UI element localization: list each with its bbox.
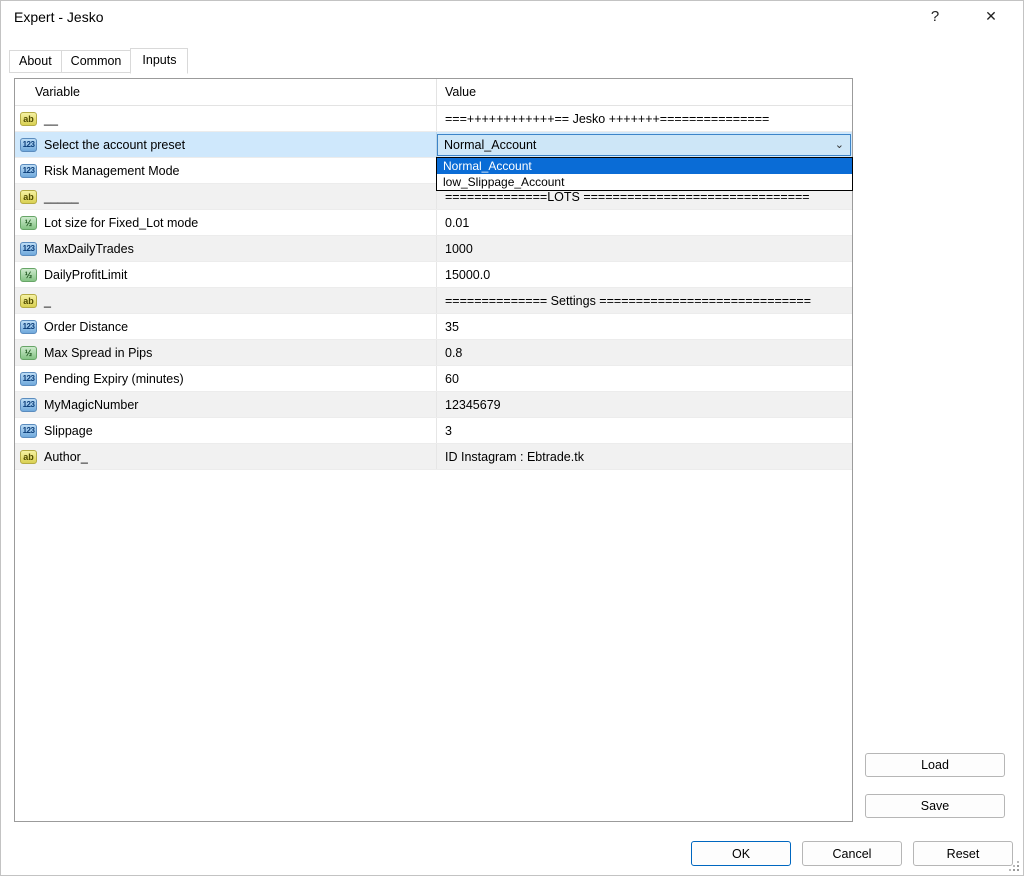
load-button[interactable]: Load — [865, 753, 1005, 777]
param-name: Max Spread in Pips — [44, 346, 152, 360]
title-bar: Expert - Jesko ? ✕ — [0, 0, 1024, 34]
param-value[interactable]: 12345679 — [436, 392, 852, 417]
param-value[interactable]: 3 — [436, 418, 852, 443]
param-value[interactable]: 0.8 — [436, 340, 852, 365]
account-preset-combobox[interactable]: Normal_Account ⌄ — [437, 134, 851, 156]
reset-button[interactable]: Reset — [913, 841, 1013, 866]
ok-button[interactable]: OK — [691, 841, 791, 866]
param-name: Select the account preset — [44, 138, 185, 152]
table-row-selected[interactable]: 123 Select the account preset Normal_Acco… — [15, 132, 852, 158]
table-row[interactable]: ½ Lot size for Fixed_Lot mode 0.01 — [15, 210, 852, 236]
param-value[interactable]: ===++++++++++++== Jesko +++++++=========… — [436, 106, 852, 131]
param-name: Slippage — [44, 424, 93, 438]
help-button[interactable]: ? — [916, 2, 954, 30]
integer-param-icon: 123 — [20, 424, 37, 438]
tab-common[interactable]: Common — [61, 50, 132, 73]
param-name: MyMagicNumber — [44, 398, 138, 412]
table-row[interactable]: ½ Max Spread in Pips 0.8 — [15, 340, 852, 366]
table-row[interactable]: ab _ ============== Settings ============… — [15, 288, 852, 314]
tab-bar: About Common Inputs — [9, 47, 187, 73]
dropdown-option-low-slippage-account[interactable]: low_Slippage_Account — [437, 174, 852, 190]
tab-inputs[interactable]: Inputs — [130, 48, 188, 74]
param-value[interactable]: ============== Settings ================… — [436, 288, 852, 313]
column-header-value: Value — [436, 79, 852, 105]
param-name: Pending Expiry (minutes) — [44, 372, 184, 386]
account-preset-dropdown-list: Normal_Account low_Slippage_Account — [436, 157, 853, 191]
integer-param-icon: 123 — [20, 320, 37, 334]
param-name: _____ — [44, 190, 79, 204]
integer-param-icon: 123 — [20, 138, 37, 152]
param-name: Author_ — [44, 450, 88, 464]
param-name: __ — [44, 112, 58, 126]
param-name: Risk Management Mode — [44, 164, 179, 178]
close-button[interactable]: ✕ — [972, 2, 1010, 30]
string-param-icon: ab — [20, 190, 37, 204]
table-row[interactable]: 123 Slippage 3 — [15, 418, 852, 444]
string-param-icon: ab — [20, 450, 37, 464]
integer-param-icon: 123 — [20, 164, 37, 178]
chevron-down-icon[interactable]: ⌄ — [835, 135, 844, 155]
table-row[interactable]: 123 MyMagicNumber 12345679 — [15, 392, 852, 418]
param-name: Order Distance — [44, 320, 128, 334]
param-name: Lot size for Fixed_Lot mode — [44, 216, 198, 230]
param-value[interactable]: 0.01 — [436, 210, 852, 235]
table-row[interactable]: 123 Pending Expiry (minutes) 60 — [15, 366, 852, 392]
table-row[interactable]: 123 Order Distance 35 — [15, 314, 852, 340]
combobox-value: Normal_Account — [438, 138, 536, 152]
param-value[interactable]: 1000 — [436, 236, 852, 261]
table-row[interactable]: ½ DailyProfitLimit 15000.0 — [15, 262, 852, 288]
integer-param-icon: 123 — [20, 372, 37, 386]
column-header-variable: Variable — [15, 79, 436, 105]
dropdown-option-normal-account[interactable]: Normal_Account — [437, 158, 852, 174]
double-param-icon: ½ — [20, 216, 37, 230]
dialog-window: Expert - Jesko ? ✕ About Common Inputs V… — [0, 0, 1024, 876]
table-header: Variable Value — [15, 79, 852, 106]
table-row[interactable]: ab Author_ ID Instagram : Ebtrade.tk — [15, 444, 852, 470]
table-row[interactable]: ab __ ===++++++++++++== Jesko +++++++====… — [15, 106, 852, 132]
table-row[interactable]: 123 MaxDailyTrades 1000 — [15, 236, 852, 262]
param-value[interactable]: 60 — [436, 366, 852, 391]
save-button[interactable]: Save — [865, 794, 1005, 818]
cancel-button[interactable]: Cancel — [802, 841, 902, 866]
parameters-table: Variable Value ab __ ===++++++++++++== Je… — [14, 78, 853, 822]
string-param-icon: ab — [20, 112, 37, 126]
double-param-icon: ½ — [20, 346, 37, 360]
resize-grip-icon[interactable] — [1009, 861, 1011, 863]
string-param-icon: ab — [20, 294, 37, 308]
double-param-icon: ½ — [20, 268, 37, 282]
integer-param-icon: 123 — [20, 398, 37, 412]
window-title: Expert - Jesko — [0, 9, 103, 25]
param-value[interactable]: 15000.0 — [436, 262, 852, 287]
param-name: DailyProfitLimit — [44, 268, 127, 282]
integer-param-icon: 123 — [20, 242, 37, 256]
param-name: _ — [44, 294, 51, 308]
param-value[interactable]: 35 — [436, 314, 852, 339]
tab-about[interactable]: About — [9, 50, 62, 73]
param-value[interactable]: ID Instagram : Ebtrade.tk — [436, 444, 852, 469]
param-name: MaxDailyTrades — [44, 242, 134, 256]
